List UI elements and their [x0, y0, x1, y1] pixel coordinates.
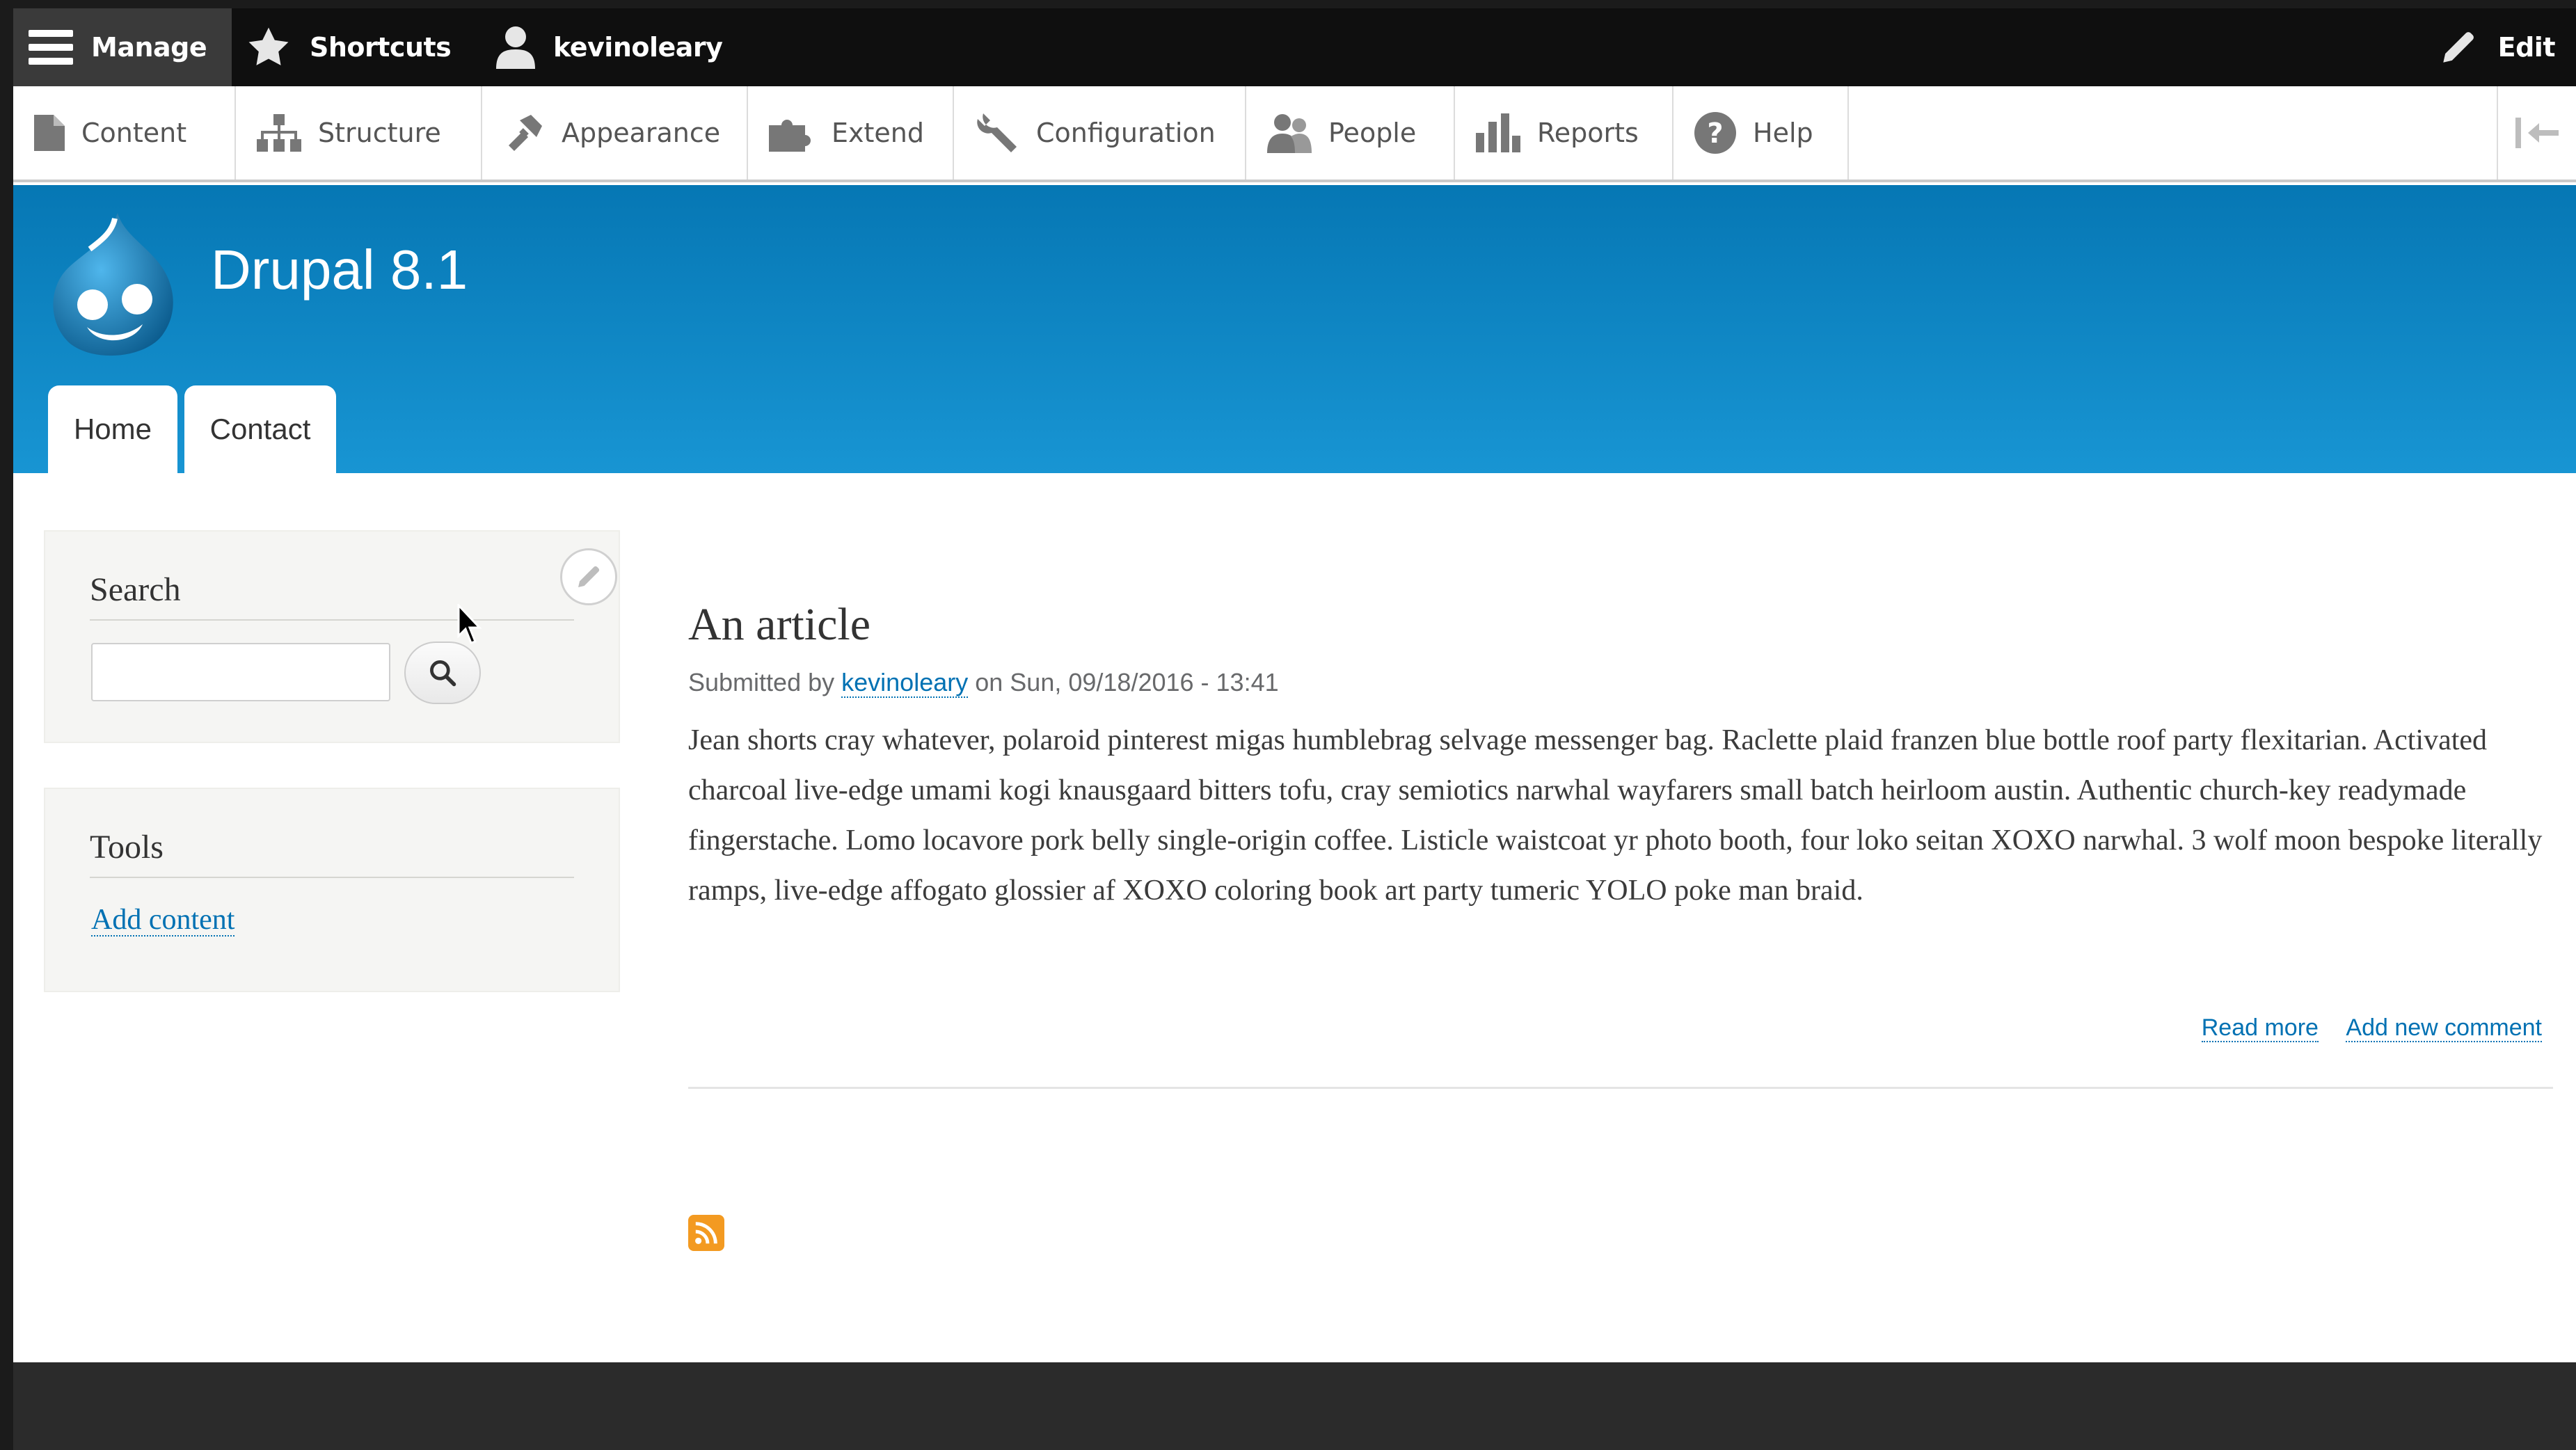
tray-label: Extend	[832, 118, 924, 148]
hamburger-icon	[29, 30, 73, 65]
browser-page: Manage Shortcuts kevinoleary Edit Conten…	[13, 8, 2576, 1450]
admin-tray: Content Structure Appearance Extend Conf…	[13, 86, 2576, 182]
tab-home[interactable]: Home	[48, 385, 177, 473]
admin-toolbar: Manage Shortcuts kevinoleary Edit	[13, 8, 2576, 86]
tools-block-title: Tools	[90, 829, 164, 866]
drupal-logo-icon[interactable]	[45, 210, 184, 363]
user-menu-button[interactable]: kevinoleary	[496, 8, 723, 86]
search-input[interactable]	[91, 643, 390, 701]
contextual-edit-button[interactable]	[560, 548, 617, 605]
shortcuts-label: Shortcuts	[310, 32, 452, 63]
star-icon	[248, 27, 289, 65]
puzzle-icon	[769, 120, 811, 152]
pencil-icon	[2442, 32, 2474, 63]
site-header: Drupal 8.1 Home Contact	[13, 185, 2576, 473]
tray-label: Help	[1753, 118, 1813, 148]
edit-label: Edit	[2497, 32, 2556, 63]
divider	[90, 877, 574, 878]
tray-orientation-toggle[interactable]	[2497, 86, 2576, 180]
tray-item-reports[interactable]: Reports	[1455, 86, 1673, 180]
user-label: kevinoleary	[553, 32, 723, 63]
tray-label: Content	[81, 118, 187, 148]
add-comment-link[interactable]: Add new comment	[2346, 1014, 2542, 1042]
search-button[interactable]	[404, 642, 481, 704]
rss-feed-icon[interactable]	[688, 1215, 724, 1251]
add-content-link[interactable]: Add content	[91, 905, 235, 937]
manage-button[interactable]: Manage	[13, 8, 232, 86]
tray-item-configuration[interactable]: Configuration	[954, 86, 1246, 180]
site-footer	[13, 1362, 2576, 1450]
author-link[interactable]: kevinoleary	[841, 668, 969, 698]
tray-item-extend[interactable]: Extend	[748, 86, 954, 180]
file-icon	[34, 115, 65, 151]
tray-item-structure[interactable]: Structure	[236, 86, 482, 180]
tab-contact[interactable]: Contact	[184, 385, 336, 473]
tools-block: Tools Add content	[44, 788, 620, 992]
collapse-arrow-icon	[2515, 118, 2559, 148]
bar-chart-icon	[1476, 113, 1520, 152]
rss-icon	[695, 1222, 717, 1244]
article-meta: Submitted by kevinoleary on Sun, 09/18/2…	[688, 668, 1279, 698]
mouse-cursor-icon	[457, 604, 482, 644]
wrench-icon	[977, 113, 1017, 152]
shortcuts-button[interactable]: Shortcuts	[247, 8, 452, 86]
pencil-icon	[578, 566, 600, 587]
tray-item-people[interactable]: People	[1246, 86, 1455, 180]
article-body: Jean shorts cray whatever, polaroid pint…	[688, 724, 2543, 907]
svg-text:?: ?	[1707, 118, 1723, 150]
help-icon: ?	[1694, 112, 1736, 154]
tray-item-appearance[interactable]: Appearance	[482, 86, 748, 180]
tray-item-content[interactable]: Content	[13, 86, 236, 180]
search-block-title: Search	[90, 571, 181, 608]
article-title[interactable]: An article	[688, 598, 870, 651]
paintbrush-icon	[509, 115, 542, 151]
divider	[90, 619, 574, 621]
edit-button[interactable]: Edit	[2438, 8, 2556, 86]
search-block: Search	[44, 530, 620, 743]
manage-label: Manage	[91, 32, 207, 63]
read-more-link[interactable]: Read more	[2201, 1014, 2319, 1042]
tray-label: Appearance	[562, 118, 721, 148]
article-links: Read more Add new comment	[2181, 1014, 2542, 1042]
user-icon	[496, 26, 535, 69]
tray-label: Configuration	[1036, 118, 1216, 148]
search-icon	[430, 660, 456, 687]
meta-prefix: Submitted by	[688, 668, 835, 696]
people-icon	[1267, 114, 1312, 153]
tray-item-help[interactable]: ? Help	[1673, 86, 1849, 180]
meta-date: on Sun, 09/18/2016 - 13:41	[975, 668, 1279, 696]
tray-label: Structure	[318, 118, 441, 148]
sitemap-icon	[257, 114, 301, 152]
article-divider	[688, 1087, 2553, 1089]
tray-label: People	[1328, 118, 1417, 148]
site-name[interactable]: Drupal 8.1	[211, 238, 468, 302]
tray-label: Reports	[1537, 118, 1639, 148]
